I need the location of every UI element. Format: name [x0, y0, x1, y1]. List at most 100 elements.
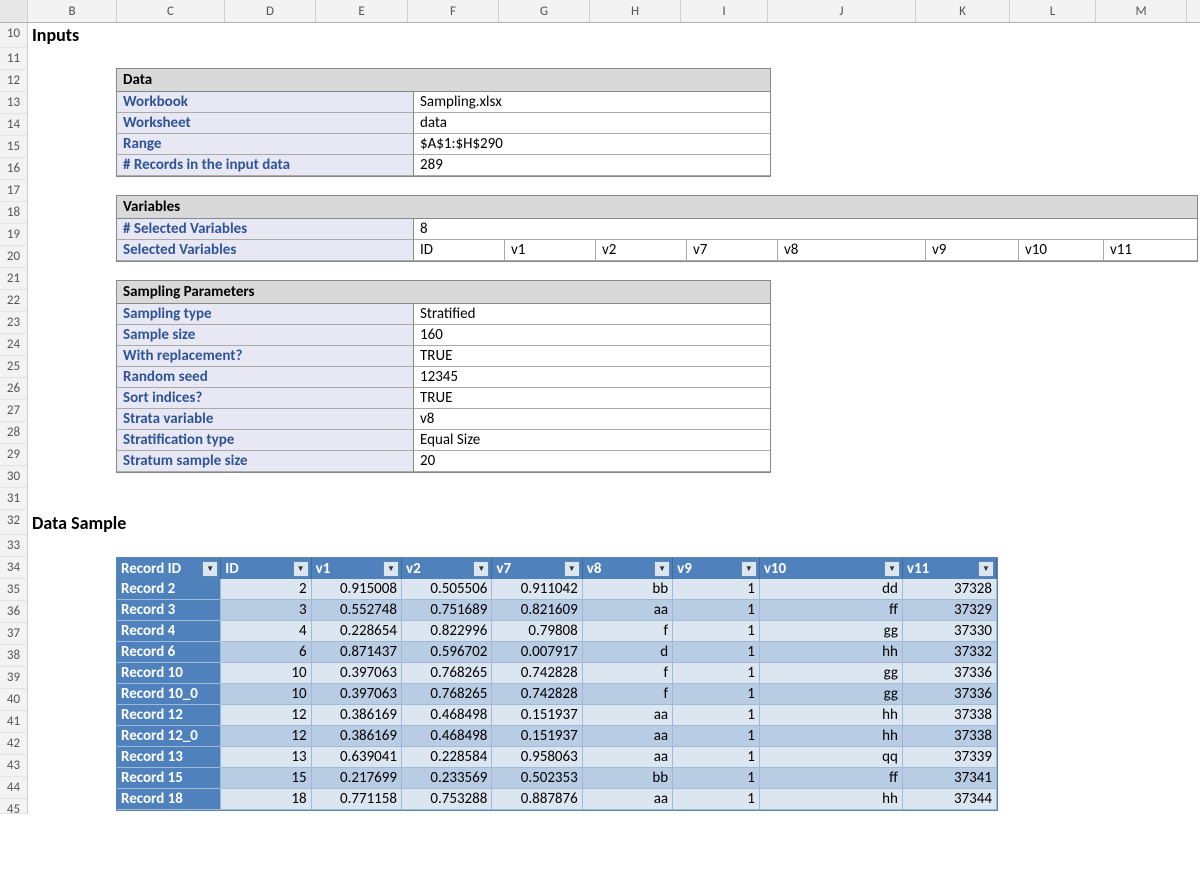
filter-dropdown-icon[interactable]: ▼: [473, 561, 489, 577]
row-cell-id[interactable]: 10: [221, 663, 311, 684]
row-cell-v9[interactable]: 1: [673, 663, 760, 684]
col-header-F[interactable]: F: [408, 0, 499, 22]
row-record-id[interactable]: Record 3: [117, 600, 221, 621]
col-header-L[interactable]: L: [1010, 0, 1096, 22]
row-cell-id[interactable]: 18: [221, 789, 311, 810]
row-cell-v1[interactable]: 0.639041: [312, 747, 402, 768]
row-cell-v11[interactable]: 37330: [903, 621, 997, 642]
filter-dropdown-icon[interactable]: ▼: [654, 561, 670, 577]
data-range-value[interactable]: $A$1:$H$290: [414, 134, 770, 155]
row-cell-id[interactable]: 6: [221, 642, 311, 663]
table-row[interactable]: Record 18180.7711580.7532880.887876aa1hh…: [117, 789, 997, 810]
row-cell-v1[interactable]: 0.386169: [312, 705, 402, 726]
param-sort-value[interactable]: TRUE: [414, 388, 770, 409]
row-cell-v1[interactable]: 0.397063: [312, 663, 402, 684]
row-cell-v1[interactable]: 0.397063: [312, 684, 402, 705]
row-header-30[interactable]: 30: [0, 466, 27, 488]
row-header-27[interactable]: 27: [0, 400, 27, 422]
col-header-J[interactable]: J: [768, 0, 916, 22]
row-cell-v2[interactable]: 0.822996: [402, 621, 492, 642]
vars-selected-1[interactable]: v1: [505, 240, 596, 261]
row-cell-v10[interactable]: hh: [760, 705, 903, 726]
row-header-29[interactable]: 29: [0, 444, 27, 466]
param-sampling-type-value[interactable]: Stratified: [414, 304, 770, 325]
row-header-14[interactable]: 14: [0, 114, 27, 136]
sample-header-v11[interactable]: v11▼: [903, 558, 997, 579]
row-record-id[interactable]: Record 18: [117, 789, 221, 810]
row-header-20[interactable]: 20: [0, 246, 27, 268]
row-cell-id[interactable]: 3: [221, 600, 311, 621]
vars-selected-2[interactable]: v2: [596, 240, 687, 261]
row-cell-v8[interactable]: f: [583, 621, 673, 642]
row-cell-v1[interactable]: 0.871437: [312, 642, 402, 663]
sample-header-v8[interactable]: v8▼: [583, 558, 673, 579]
row-cell-v11[interactable]: 37344: [903, 789, 997, 810]
param-replacement-value[interactable]: TRUE: [414, 346, 770, 367]
row-cell-v8[interactable]: f: [583, 684, 673, 705]
row-cell-v11[interactable]: 37336: [903, 684, 997, 705]
data-worksheet-value[interactable]: data: [414, 113, 770, 134]
row-cell-v8[interactable]: aa: [583, 789, 673, 810]
row-cell-v7[interactable]: 0.742828: [492, 663, 582, 684]
row-cell-v1[interactable]: 0.771158: [312, 789, 402, 810]
row-cell-v9[interactable]: 1: [673, 684, 760, 705]
row-cell-v1[interactable]: 0.217699: [312, 768, 402, 789]
table-row[interactable]: Record 15150.2176990.2335690.502353bb1ff…: [117, 768, 997, 789]
param-stratum-size-value[interactable]: 20: [414, 451, 770, 472]
row-cell-id[interactable]: 12: [221, 726, 311, 747]
sample-header-v9[interactable]: v9▼: [673, 558, 760, 579]
vars-selected-4[interactable]: v8: [778, 240, 926, 261]
row-cell-v11[interactable]: 37329: [903, 600, 997, 621]
col-header-G[interactable]: G: [499, 0, 590, 22]
row-header-10[interactable]: 10: [0, 23, 27, 48]
table-row[interactable]: Record 12_0120.3861690.4684980.151937aa1…: [117, 726, 997, 747]
row-header-40[interactable]: 40: [0, 689, 27, 711]
select-all-corner[interactable]: [0, 0, 28, 22]
row-cell-v2[interactable]: 0.596702: [402, 642, 492, 663]
row-cell-v11[interactable]: 37328: [903, 579, 997, 600]
row-cell-v8[interactable]: aa: [583, 747, 673, 768]
row-cell-v10[interactable]: hh: [760, 789, 903, 810]
row-cell-v10[interactable]: gg: [760, 621, 903, 642]
row-cell-v2[interactable]: 0.768265: [402, 684, 492, 705]
row-cell-id[interactable]: 15: [221, 768, 311, 789]
col-header-K[interactable]: K: [916, 0, 1010, 22]
row-header-38[interactable]: 38: [0, 645, 27, 667]
row-cell-v9[interactable]: 1: [673, 768, 760, 789]
row-cell-v2[interactable]: 0.751689: [402, 600, 492, 621]
row-cell-id[interactable]: 2: [221, 579, 311, 600]
row-header-19[interactable]: 19: [0, 224, 27, 246]
filter-dropdown-icon[interactable]: ▼: [564, 561, 580, 577]
table-row[interactable]: Record 440.2286540.8229960.79808f1gg3733…: [117, 621, 997, 642]
row-header-45[interactable]: 45: [0, 799, 27, 814]
row-cell-v7[interactable]: 0.79808: [492, 621, 582, 642]
row-header-18[interactable]: 18: [0, 202, 27, 224]
table-row[interactable]: Record 12120.3861690.4684980.151937aa1hh…: [117, 705, 997, 726]
row-cell-v1[interactable]: 0.386169: [312, 726, 402, 747]
table-row[interactable]: Record 330.5527480.7516890.821609aa1ff37…: [117, 600, 997, 621]
row-cell-v7[interactable]: 0.887876: [492, 789, 582, 810]
row-header-26[interactable]: 26: [0, 378, 27, 400]
col-header-I[interactable]: I: [681, 0, 768, 22]
row-header-42[interactable]: 42: [0, 733, 27, 755]
filter-dropdown-icon[interactable]: ▼: [741, 561, 757, 577]
row-record-id[interactable]: Record 13: [117, 747, 221, 768]
row-cell-v10[interactable]: ff: [760, 600, 903, 621]
row-cell-v1[interactable]: 0.552748: [312, 600, 402, 621]
table-row[interactable]: Record 220.9150080.5055060.911042bb1dd37…: [117, 579, 997, 600]
data-records-value[interactable]: 289: [414, 155, 770, 176]
filter-dropdown-icon[interactable]: ▼: [884, 561, 900, 577]
vars-selected-3[interactable]: v7: [687, 240, 778, 261]
row-cell-v2[interactable]: 0.228584: [402, 747, 492, 768]
row-cell-v8[interactable]: aa: [583, 705, 673, 726]
row-cell-v2[interactable]: 0.468498: [402, 726, 492, 747]
row-cell-v2[interactable]: 0.505506: [402, 579, 492, 600]
row-cell-v9[interactable]: 1: [673, 579, 760, 600]
row-cell-id[interactable]: 10: [221, 684, 311, 705]
row-header-34[interactable]: 34: [0, 557, 27, 579]
data-workbook-value[interactable]: Sampling.xlsx: [414, 92, 770, 113]
row-header-12[interactable]: 12: [0, 70, 27, 92]
row-cell-v7[interactable]: 0.502353: [492, 768, 582, 789]
vars-selected-5[interactable]: v9: [926, 240, 1019, 261]
row-header-32[interactable]: 32: [0, 510, 27, 535]
